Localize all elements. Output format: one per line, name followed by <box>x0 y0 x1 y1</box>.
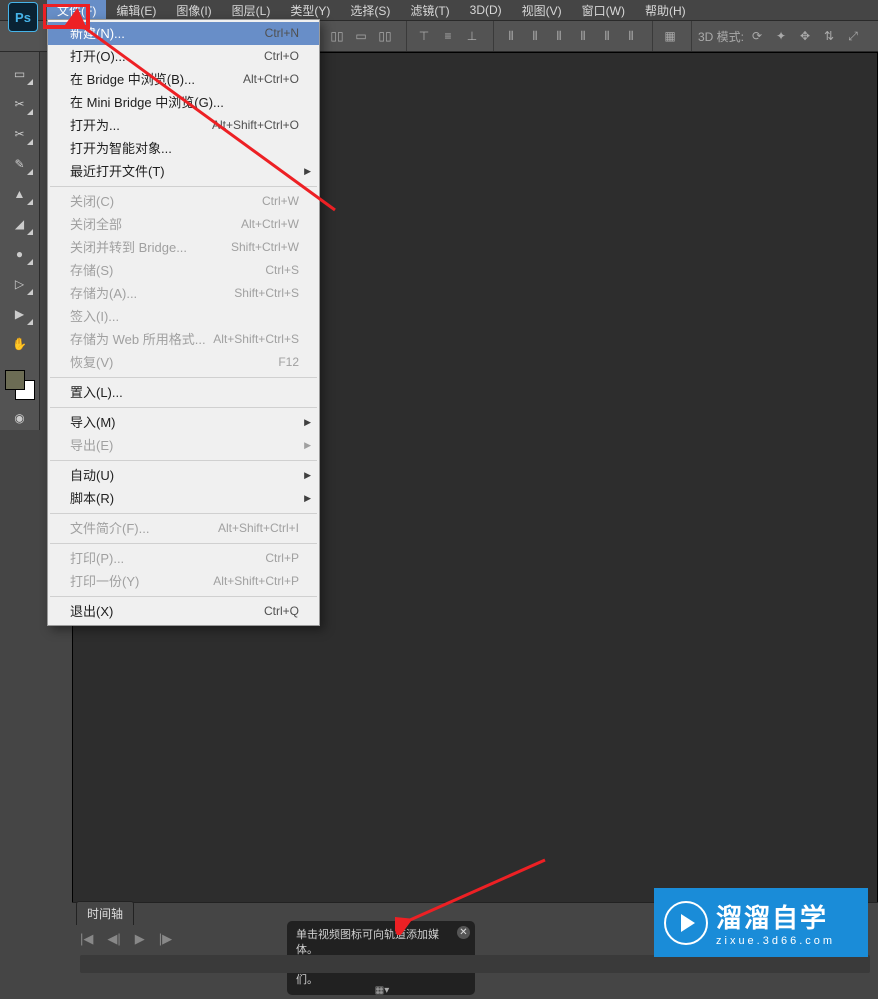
first-frame-button[interactable]: |◀ <box>80 931 93 947</box>
brush-tool[interactable]: ▲ <box>6 182 34 206</box>
menu-item-close: 关闭(C)Ctrl+W <box>48 190 319 213</box>
menu-separator <box>50 186 317 187</box>
distribute-icon[interactable]: ⫴ <box>596 25 618 47</box>
tooltip-text: 单击视频图标可向轨道添加媒体。 <box>296 928 453 958</box>
menu-separator <box>50 543 317 544</box>
menu-item-import[interactable]: 导入(M) <box>48 411 319 434</box>
marquee-tool[interactable]: ▭ <box>6 62 34 86</box>
menu-image[interactable]: 图像(I) <box>166 0 221 21</box>
menu-item-browse-mini[interactable]: 在 Mini Bridge 中浏览(G)... <box>48 91 319 114</box>
menu-separator <box>50 513 317 514</box>
workspace-icon[interactable]: ▦ <box>659 25 681 47</box>
menu-separator <box>50 377 317 378</box>
menu-separator <box>50 407 317 408</box>
watermark-badge: 溜溜自学 zixue.3d66.com <box>654 888 868 957</box>
distribute-icon[interactable]: ⫴ <box>572 25 594 47</box>
distribute-icon[interactable]: ⫴ <box>500 25 522 47</box>
menu-filter[interactable]: 滤镜(T) <box>400 0 459 21</box>
hand-tool[interactable]: ✋ <box>6 332 34 356</box>
distribute-icon[interactable]: ⫴ <box>524 25 546 47</box>
menu-bar: 文件(F) 编辑(E) 图像(I) 图层(L) 类型(Y) 选择(S) 滤镜(T… <box>0 0 878 20</box>
menu-view[interactable]: 视图(V) <box>512 0 572 21</box>
menu-item-checkin: 签入(I)... <box>48 305 319 328</box>
next-frame-button[interactable]: |▶ <box>159 931 172 947</box>
align-bot-icon[interactable]: ⊥ <box>461 25 483 47</box>
menu-item-exit[interactable]: 退出(X)Ctrl+Q <box>48 600 319 623</box>
slide-icon[interactable]: ⇅ <box>818 25 840 47</box>
menu-item-browse-bridge[interactable]: 在 Bridge 中浏览(B)...Alt+Ctrl+O <box>48 68 319 91</box>
menu-3d[interactable]: 3D(D) <box>460 1 512 19</box>
quickmask-tool[interactable]: ◉ <box>6 406 34 430</box>
crop-tool[interactable]: ✂ <box>6 122 34 146</box>
menu-help[interactable]: 帮助(H) <box>635 0 696 21</box>
distribute-icon[interactable]: ⫴ <box>548 25 570 47</box>
menu-type[interactable]: 类型(Y) <box>280 0 340 21</box>
menu-item-open-smart[interactable]: 打开为智能对象... <box>48 137 319 160</box>
close-icon[interactable]: ✕ <box>457 926 470 939</box>
align-mid-icon[interactable]: ≡ <box>437 25 459 47</box>
menu-item-save-web: 存储为 Web 所用格式...Alt+Shift+Ctrl+S <box>48 328 319 351</box>
menu-separator <box>50 596 317 597</box>
color-swatches[interactable] <box>5 370 35 400</box>
fg-color-swatch[interactable] <box>5 370 25 390</box>
align-icon[interactable]: ▯▯ <box>374 25 396 47</box>
menu-item-open[interactable]: 打开(O)...Ctrl+O <box>48 45 319 68</box>
menu-item-print-one: 打印一份(Y)Alt+Shift+Ctrl+P <box>48 570 319 593</box>
menu-window[interactable]: 窗口(W) <box>572 0 635 21</box>
menu-item-save: 存储(S)Ctrl+S <box>48 259 319 282</box>
menu-item-export: 导出(E) <box>48 434 319 457</box>
menu-item-scripts[interactable]: 脚本(R) <box>48 487 319 510</box>
menu-item-revert: 恢复(V)F12 <box>48 351 319 374</box>
timeline-track[interactable] <box>80 955 870 973</box>
timeline-controls: |◀ ◀| ▶ |▶ <box>80 931 172 947</box>
align-top-icon[interactable]: ⊤ <box>413 25 435 47</box>
menu-layer[interactable]: 图层(L) <box>222 0 281 21</box>
menu-item-place[interactable]: 置入(L)... <box>48 381 319 404</box>
menu-item-open-as[interactable]: 打开为...Alt+Shift+Ctrl+O <box>48 114 319 137</box>
watermark-title: 溜溜自学 <box>716 898 835 935</box>
menu-edit[interactable]: 编辑(E) <box>106 0 166 21</box>
timeline-tab[interactable]: 时间轴 <box>76 901 134 925</box>
menu-item-close-all: 关闭全部Alt+Ctrl+W <box>48 213 319 236</box>
healing-tool[interactable]: ✎ <box>6 152 34 176</box>
align-icon[interactable]: ▯▯ <box>326 25 348 47</box>
timeline-video-icon[interactable]: ▦▾ <box>372 982 392 998</box>
play-button[interactable]: ▶ <box>135 931 145 947</box>
menu-file[interactable]: 文件(F) <box>47 0 106 21</box>
zoom-icon[interactable]: ⤢ <box>842 25 864 47</box>
menu-item-new[interactable]: 新建(N)...Ctrl+N <box>48 22 319 45</box>
menu-item-close-bridge: 关闭并转到 Bridge...Shift+Ctrl+W <box>48 236 319 259</box>
path-select-tool[interactable]: ▶ <box>6 302 34 326</box>
menu-item-print: 打印(P)...Ctrl+P <box>48 547 319 570</box>
menu-select[interactable]: 选择(S) <box>340 0 400 21</box>
lasso-tool[interactable]: ✂ <box>6 92 34 116</box>
distribute-icon[interactable]: ⫴ <box>620 25 642 47</box>
align-icon[interactable]: ▭ <box>350 25 372 47</box>
prev-frame-button[interactable]: ◀| <box>107 931 120 947</box>
menu-separator <box>50 460 317 461</box>
menu-item-save-as: 存储为(A)...Shift+Ctrl+S <box>48 282 319 305</box>
pen-tool[interactable]: ▷ <box>6 272 34 296</box>
mode-3d-label: 3D 模式: <box>698 28 744 45</box>
menu-item-recent[interactable]: 最近打开文件(T) <box>48 160 319 183</box>
file-menu-dropdown: 新建(N)...Ctrl+N 打开(O)...Ctrl+O 在 Bridge 中… <box>47 19 320 626</box>
menu-item-automate[interactable]: 自动(U) <box>48 464 319 487</box>
eraser-tool[interactable]: ◢ <box>6 212 34 236</box>
orbit-icon[interactable]: ⟳ <box>746 25 768 47</box>
toolbox: ▭ ✂ ✂ ✎ ▲ ◢ ● ▷ ▶ ✋ ◉ <box>0 52 40 430</box>
watermark-url: zixue.3d66.com <box>716 935 835 947</box>
app-logo: Ps <box>8 2 38 32</box>
play-icon <box>664 901 708 945</box>
menu-item-file-info: 文件简介(F)...Alt+Shift+Ctrl+I <box>48 517 319 540</box>
roll-icon[interactable]: ✦ <box>770 25 792 47</box>
blur-tool[interactable]: ● <box>6 242 34 266</box>
pan-icon[interactable]: ✥ <box>794 25 816 47</box>
